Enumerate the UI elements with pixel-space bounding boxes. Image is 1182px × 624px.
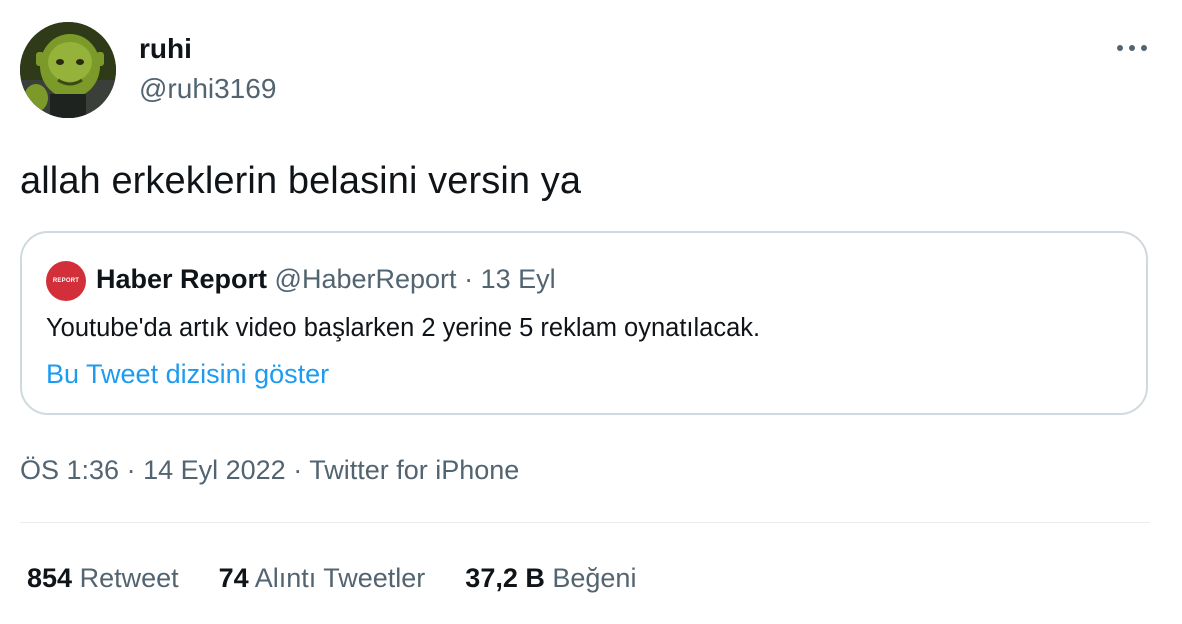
tweet-meta: ÖS 1:36 · 14 Eyl 2022 · Twitter for iPho…: [20, 453, 519, 487]
divider: [20, 522, 1150, 523]
shrek-avatar-icon: [20, 22, 116, 118]
quoted-avatar-logo-text: REPORT: [52, 278, 80, 284]
tweet-stats: 854 Retweet 74 Alıntı Tweetler 37,2 B Be…: [27, 561, 676, 595]
stat-value: 37,2 B: [465, 563, 545, 593]
stat-label: Alıntı Tweetler: [254, 563, 426, 593]
quoted-header-separator: ·: [464, 264, 474, 294]
show-thread-link[interactable]: Bu Tweet dizisini göster: [46, 357, 329, 391]
tweet-source[interactable]: Twitter for iPhone: [309, 455, 519, 485]
like-count[interactable]: 37,2 B Beğeni: [465, 561, 636, 595]
author-handle[interactable]: @ruhi3169: [139, 73, 276, 105]
more-options-button[interactable]: [1114, 34, 1150, 62]
tweet-text: allah erkeklerin belasini versin ya: [20, 160, 582, 202]
quoted-tweet-date[interactable]: 13 Eyl: [481, 264, 556, 294]
tweet-time[interactable]: ÖS 1:36: [20, 455, 119, 485]
quoted-author-handle[interactable]: @HaberReport: [275, 264, 457, 294]
quote-tweet-count[interactable]: 74 Alıntı Tweetler: [219, 561, 426, 595]
author-display-name[interactable]: ruhi: [139, 33, 192, 65]
stat-value: 854: [27, 563, 73, 593]
meta-separator: ·: [293, 455, 303, 485]
stat-label: Retweet: [79, 563, 179, 593]
stat-label: Beğeni: [552, 563, 637, 593]
meta-separator: ·: [126, 455, 136, 485]
stat-value: 74: [218, 563, 249, 593]
quoted-tweet-text: Youtube'da artık video başlarken 2 yerin…: [46, 314, 761, 342]
more-horizontal-icon: [1117, 45, 1147, 51]
author-avatar[interactable]: [20, 22, 116, 118]
quoted-tweet-card[interactable]: REPORT Haber Report @HaberReport · 13 Ey…: [20, 231, 1148, 415]
tweet-date[interactable]: 14 Eyl 2022: [143, 455, 286, 485]
quoted-tweet-header: Haber Report @HaberReport · 13 Eyl: [96, 262, 556, 296]
quoted-author-name[interactable]: Haber Report: [96, 264, 267, 294]
retweet-count[interactable]: 854 Retweet: [27, 561, 179, 595]
quoted-author-avatar[interactable]: REPORT: [46, 261, 86, 301]
